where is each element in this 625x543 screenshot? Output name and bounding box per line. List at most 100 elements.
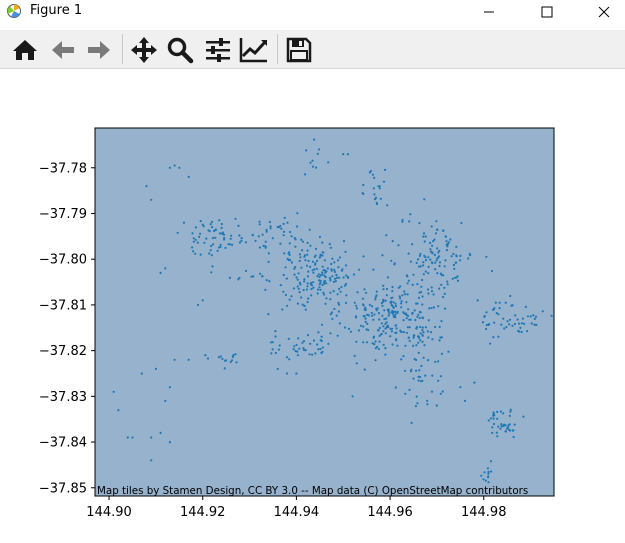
data-point [401, 294, 404, 297]
data-point [415, 395, 418, 398]
scatter-plot[interactable]: 144.90 144.92 144.94 144.96 144.98 −37.78 −37.… [0, 69, 625, 539]
pan-button[interactable] [128, 34, 160, 66]
data-point [319, 288, 322, 291]
data-point [509, 410, 512, 413]
data-point [244, 269, 248, 272]
data-point [512, 435, 515, 439]
data-point [315, 267, 318, 270]
data-point [427, 256, 430, 259]
data-point [469, 254, 472, 257]
data-point [210, 271, 213, 274]
data-point [447, 350, 450, 353]
data-point [258, 223, 261, 226]
data-point [219, 243, 222, 246]
data-point [304, 173, 307, 176]
sliders-icon [206, 38, 230, 62]
save-button[interactable] [283, 34, 315, 66]
data-point [390, 297, 393, 300]
data-point [378, 187, 381, 190]
data-point [437, 305, 440, 308]
data-point [173, 164, 176, 167]
data-point [210, 254, 213, 257]
figure-canvas[interactable]: 144.90 144.92 144.94 144.96 144.98 −37.78 −37.… [0, 69, 625, 539]
data-point [418, 254, 421, 257]
subplots-button[interactable] [202, 34, 234, 66]
data-point [196, 303, 200, 306]
data-point [342, 240, 346, 243]
data-point [413, 309, 416, 312]
data-point [378, 334, 381, 337]
data-point [211, 226, 214, 229]
data-point [445, 240, 448, 243]
data-point [516, 318, 519, 321]
data-point [267, 252, 270, 255]
data-point [346, 153, 349, 156]
data-point [324, 275, 327, 279]
data-point [150, 436, 153, 439]
data-point [318, 235, 321, 238]
data-point [362, 255, 365, 258]
data-point [344, 301, 348, 304]
data-point [497, 335, 500, 338]
data-point [318, 286, 321, 289]
data-point [297, 287, 300, 290]
plot-area[interactable] [94, 127, 555, 497]
zoom-button[interactable] [164, 34, 196, 66]
data-point [421, 379, 424, 382]
data-point [356, 291, 359, 294]
data-point [140, 372, 143, 375]
data-point [377, 347, 380, 351]
data-point [216, 249, 219, 252]
back-button[interactable] [47, 34, 79, 66]
minimize-button[interactable] [466, 0, 512, 24]
data-point [389, 327, 392, 330]
toolbar-separator [122, 34, 123, 64]
data-point [415, 261, 418, 265]
data-point [210, 220, 214, 223]
customize-button[interactable] [238, 34, 270, 66]
data-point [331, 317, 334, 320]
data-point [435, 404, 438, 407]
data-point [372, 268, 375, 271]
map-attribution: Map tiles by Stamen Design, CC BY 3.0 --… [97, 485, 528, 497]
data-point [436, 247, 439, 250]
data-point [301, 249, 304, 252]
data-point [493, 321, 496, 324]
data-point [382, 180, 386, 183]
data-point [329, 332, 332, 335]
data-point [333, 307, 336, 311]
data-point [485, 327, 488, 331]
data-point [430, 306, 433, 310]
data-point [198, 235, 201, 238]
x-tick-label: 144.90 [86, 505, 132, 520]
data-point [376, 307, 379, 310]
data-point [296, 225, 299, 228]
data-point [336, 293, 339, 296]
data-point [459, 254, 462, 257]
home-button[interactable] [9, 34, 41, 66]
data-point [460, 221, 463, 225]
data-point [315, 166, 318, 169]
data-point [424, 270, 427, 273]
minimize-icon [484, 11, 494, 13]
data-point [321, 241, 324, 244]
maximize-button[interactable] [524, 0, 570, 24]
close-button[interactable] [581, 0, 625, 24]
data-point [366, 322, 369, 325]
data-point [389, 335, 392, 338]
data-point [284, 266, 287, 269]
data-point [205, 237, 208, 240]
data-point [381, 304, 384, 307]
data-point [274, 351, 277, 355]
data-point [363, 288, 366, 291]
data-point [230, 359, 234, 362]
data-point [455, 245, 458, 248]
data-point [284, 293, 287, 297]
data-point [307, 270, 310, 273]
data-point [442, 274, 445, 277]
forward-button[interactable] [83, 34, 115, 66]
data-point [309, 265, 312, 268]
data-point [526, 330, 529, 333]
data-point [327, 342, 330, 345]
data-point [377, 329, 380, 332]
